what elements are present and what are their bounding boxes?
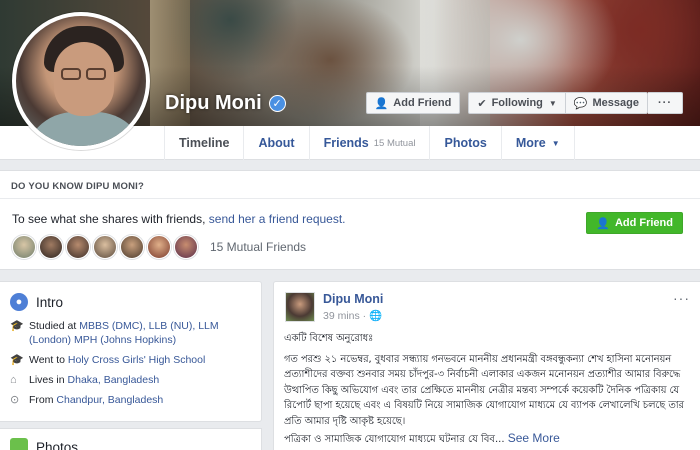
intro-card: ● Intro 🎓 Studied at MBBS (DMC), LLB (NU… [0,281,262,422]
photos-icon [10,438,28,450]
post-body: একটি বিশেষ অনুরোধঃ গত পরশু ২১ নভেম্বর, ব… [284,331,694,434]
intro-education: 🎓 Studied at MBBS (DMC), LLB (NU), LLM (… [10,320,219,346]
mutual-friend-avatar[interactable] [174,235,198,259]
post-text-continued: পত্রিকা ও সামাজিক যোগাযোগ মাধ্যমে ঘটনার … [284,431,560,445]
caret-down-icon: ▼ [551,138,560,148]
mutual-friend-avatar[interactable] [39,235,63,259]
intro-current-city: ⌂ Lives in Dhaka, Bangladesh [10,374,160,386]
friend-request-link[interactable]: send her a friend request. [209,212,346,226]
post-text-heading: একটি বিশেষ অনুরোধঃ [284,333,374,344]
add-friend-primary-button[interactable]: 👤 Add Friend [586,212,683,234]
tab-timeline[interactable]: Timeline [164,126,243,160]
messenger-icon: 💬 [573,97,588,110]
mutual-friends-count[interactable]: 15 Mutual Friends [210,240,306,254]
intro-title: Intro [36,294,64,310]
add-person-icon: 👤 [374,97,389,110]
mutual-count-label: 15 Mutual [373,137,416,149]
profile-name[interactable]: Dipu Moni [165,92,262,115]
location-pin-icon: ⊙ [10,394,20,406]
mutual-friend-avatar[interactable] [147,235,171,259]
home-icon: ⌂ [10,374,17,386]
check-icon: ✔ [477,97,487,110]
post-author-name[interactable]: Dipu Moni [323,292,383,306]
hometown-link[interactable]: Chandpur, Bangladesh [56,394,163,406]
tab-more[interactable]: More ▼ [500,126,575,160]
mutual-friend-avatar[interactable] [66,235,90,259]
school-link[interactable]: Holy Cross Girls' High School [68,354,205,366]
tab-about[interactable]: About [243,126,308,160]
profile-picture[interactable] [12,12,150,150]
tab-photos[interactable]: Photos [429,126,500,160]
mutual-friends-row: 15 Mutual Friends [12,235,306,259]
mutual-friend-avatar[interactable] [120,235,144,259]
current-city-link[interactable]: Dhaka, Bangladesh [68,374,160,386]
graduation-cap-icon: 🎓 [10,320,24,332]
post-text-paragraph: গত পরশু ২১ নভেম্বর, বুধবার সন্ধ্যায় গনভ… [284,353,684,427]
profile-name-row: Dipu Moni ✓ [165,92,286,115]
message-button[interactable]: 💬 Message [565,92,648,114]
photos-title[interactable]: Photos [36,440,78,450]
chevron-down-icon: ▼ [548,98,557,108]
globe-icon: ● [10,293,28,311]
post-options-button[interactable]: ··· [673,290,690,306]
post-author-avatar[interactable] [285,292,315,322]
more-options-button[interactable]: ··· [648,92,683,114]
add-person-icon: 👤 [596,217,610,230]
graduation-cap-icon: 🎓 [10,354,24,366]
intro-school: 🎓 Went to Holy Cross Girls' High School [10,354,206,366]
mutual-friend-avatar[interactable] [93,235,117,259]
tab-friends[interactable]: Friends 15 Mutual [308,126,430,160]
verified-badge-icon: ✓ [268,95,286,112]
timeline-post: Dipu Moni 39 mins · 🌐 ··· একটি বিশেষ অনু… [273,281,700,450]
suggestion-text: To see what she shares with friends, sen… [12,212,346,226]
mutual-friend-avatar[interactable] [12,235,36,259]
friend-suggestion-box: DO YOU KNOW DIPU MONI? To see what she s… [0,170,700,270]
add-friend-button[interactable]: 👤 Add Friend [365,92,461,114]
following-button[interactable]: ✔ Following ▼ [468,92,566,114]
intro-hometown: ⊙ From Chandpur, Bangladesh [10,394,164,406]
see-more-link[interactable]: See More [508,431,560,445]
post-timestamp[interactable]: 39 mins · 🌐 [323,309,382,322]
photos-card: Photos [0,428,262,450]
cover-actions: 👤 Add Friend ✔ Following ▼ 💬 Message ··· [358,92,683,114]
suggestion-heading: DO YOU KNOW DIPU MONI? [0,171,700,199]
